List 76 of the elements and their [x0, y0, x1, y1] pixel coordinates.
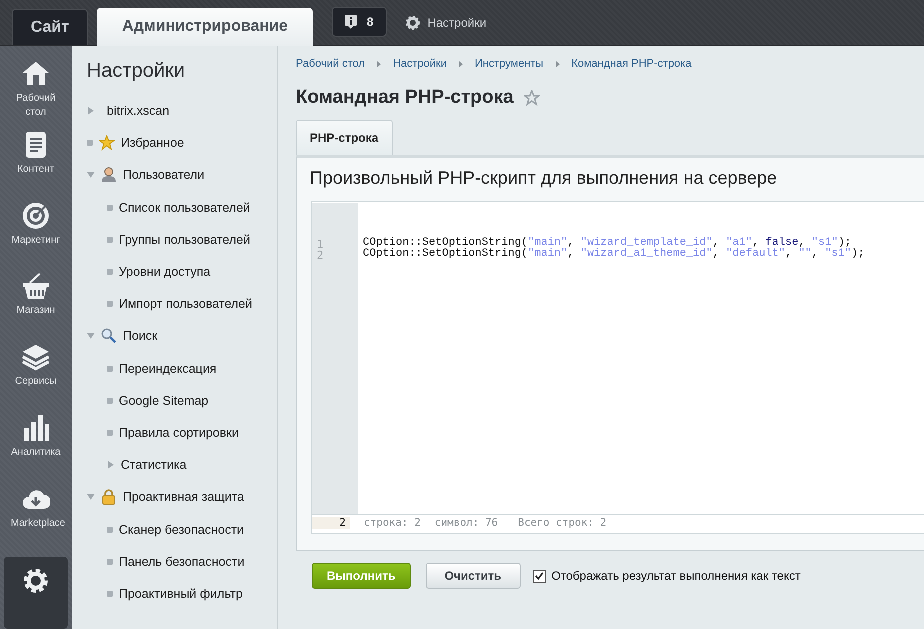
tree-item[interactable]: Группы пользователей	[87, 224, 277, 256]
target-icon	[22, 202, 50, 230]
breadcrumb-arrow-icon	[377, 60, 382, 68]
code-line: COption::SetOptionString("main", "wizard_a1_theme_id", "default", "", "s1");	[363, 248, 865, 260]
house-icon	[22, 60, 50, 88]
nav-item[interactable]: Сервисы	[4, 343, 68, 414]
tab[interactable]: PHP-строка	[296, 120, 393, 155]
settings-link[interactable]: Настройки	[406, 16, 487, 30]
bullet-icon	[107, 526, 113, 533]
favorite-star-icon[interactable]	[524, 90, 540, 106]
tree-item[interactable]: Поиск	[87, 320, 277, 352]
tree-item[interactable]: Статистика	[87, 449, 277, 482]
bullet-icon	[107, 204, 113, 211]
layers-icon	[22, 343, 50, 372]
bullet-icon	[107, 366, 113, 372]
breadcrumb-link[interactable]: Настройки	[393, 58, 447, 70]
sidebar-title: Настройки	[87, 60, 186, 83]
bullet-icon	[107, 301, 113, 308]
bullet-icon	[107, 398, 113, 404]
bullet-icon	[87, 140, 93, 146]
bullet-icon	[107, 590, 113, 597]
tree-item[interactable]: Пользователи	[87, 159, 277, 192]
search-icon	[101, 328, 117, 344]
breadcrumb-arrow-icon	[459, 60, 463, 68]
nav-item[interactable]: Аналитика	[4, 414, 68, 485]
line-count: Всего строк: 2	[518, 517, 607, 529]
bullet-icon	[107, 269, 113, 276]
notifications-button[interactable]: 8	[332, 7, 387, 37]
code-editor[interactable]: 1 2 COption::SetOptionString("main", "wizard_template_id", "a1", false, "s1"); COption::SetOptionString("main", "wizard_a1_theme_id", "default", "", "s1"); 2 строка: 2 символ: 76 Всего строк: 2	[311, 200, 924, 534]
nav-item[interactable]: Marketplace	[4, 484, 68, 556]
tree-item[interactable]: Google Sitemap	[87, 384, 277, 417]
panel-heading: Произвольный PHP-скрипт для выполнения на сервере	[310, 168, 778, 190]
breadcrumb-link[interactable]: Командная PHP-строка	[572, 58, 692, 70]
info-icon	[345, 15, 358, 29]
tree-item[interactable]: Избранное	[87, 127, 277, 160]
tree-item[interactable]: Панель безопасности	[87, 546, 277, 578]
breadcrumb-arrow-icon	[556, 60, 560, 68]
current-line-number: 2	[312, 517, 350, 529]
tree-item[interactable]: Правила сортировки	[87, 416, 277, 450]
top-tab[interactable]: Сайт	[12, 9, 88, 45]
tree-item[interactable]: Список пользователей	[87, 192, 277, 224]
cursor-column: символ: 76	[434, 517, 498, 529]
breadcrumb-link[interactable]: Инструменты	[475, 58, 544, 70]
breadcrumb-link[interactable]: Рабочий стол	[296, 58, 366, 70]
nav-item[interactable]: Магазин	[4, 272, 68, 344]
bar-chart-icon	[22, 414, 50, 442]
bullet-icon	[107, 558, 113, 565]
nav-item[interactable]: Маркетинг	[4, 202, 68, 272]
basket-icon	[22, 272, 50, 300]
lock-icon	[101, 489, 117, 506]
tree-item[interactable]: Переиндексация	[87, 352, 277, 385]
tree-item[interactable]: Проактивный фильтр	[87, 578, 277, 610]
tree-item[interactable]: Импорт пользователей	[87, 288, 277, 320]
nav-item[interactable]: Контент	[4, 130, 68, 202]
user-icon	[101, 167, 117, 184]
bullet-icon	[107, 236, 113, 243]
settings-icon	[406, 16, 420, 30]
bullet-icon	[107, 430, 113, 436]
tree-item[interactable]: Проактивная защита	[87, 481, 277, 514]
settings-icon	[22, 567, 50, 596]
top-tab[interactable]: Администрирование	[97, 8, 314, 46]
star-icon	[99, 135, 115, 152]
nav-item[interactable]	[4, 557, 68, 629]
tree-item[interactable]: bitrix.xscan	[87, 95, 277, 128]
nav-item[interactable]: Рабочий стол	[4, 60, 68, 131]
checkbox-label: Отображать результат выполнения как текст	[552, 569, 801, 583]
line-number: 2	[317, 250, 325, 261]
clear-button[interactable]: Очистить	[426, 563, 521, 589]
cursor-line: строка: 2	[364, 517, 421, 529]
code-line: COption::SetOptionString("main", "wizard_template_id", "a1", false, "s1");	[363, 238, 853, 249]
page-title: Командная PHP-строка	[296, 87, 514, 109]
tree-item[interactable]: Сканер безопасности	[87, 513, 277, 546]
tree-item[interactable]: Уровни доступа	[87, 256, 277, 288]
checkbox[interactable]	[532, 570, 546, 582]
line-number: 1	[317, 238, 325, 250]
checkmark-icon	[534, 572, 544, 580]
